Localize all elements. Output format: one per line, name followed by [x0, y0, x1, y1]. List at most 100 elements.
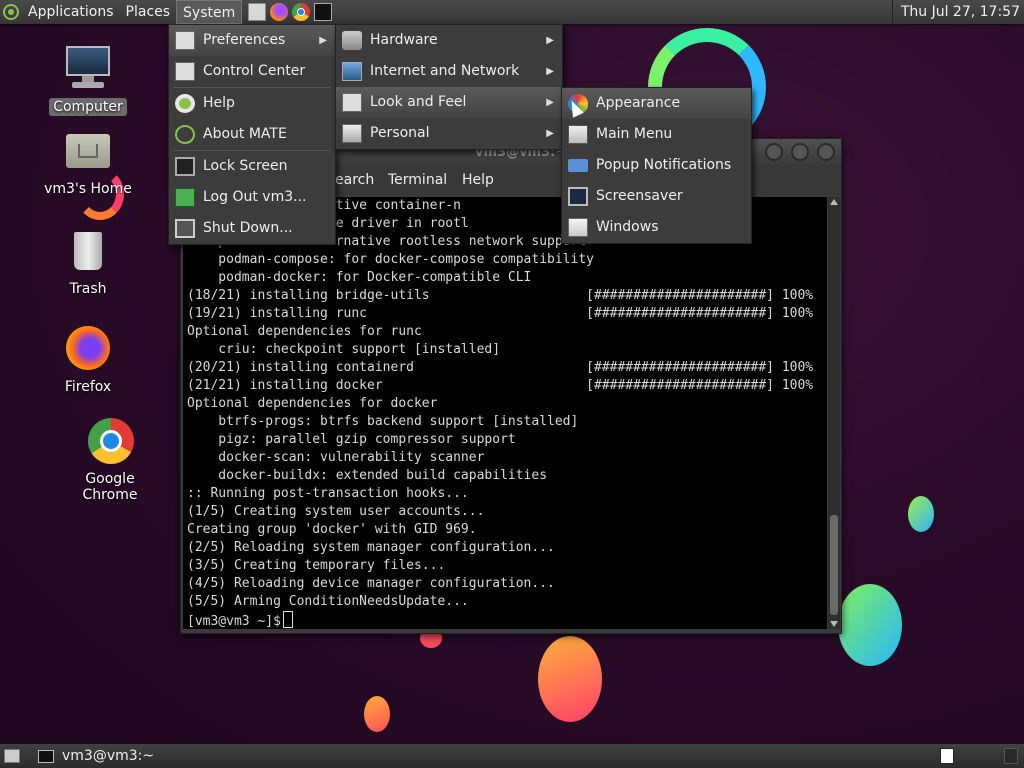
terminal-scrollbar[interactable]: [828, 197, 840, 629]
terminal-line: (4/5) Reloading device manager configura…: [187, 576, 555, 591]
submenu-arrow-icon: ▶: [546, 66, 554, 77]
terminal-line: Optional dependencies for docker: [187, 396, 438, 411]
terminal-line: (20/21) installing containerd [#########…: [187, 360, 814, 375]
menu-item-help[interactable]: Help: [169, 88, 335, 119]
terminal-line: docker-buildx: extended build capabiliti…: [187, 468, 548, 483]
terminal-line: :: Running post-transaction hooks...: [187, 486, 469, 501]
menu-item-preferences[interactable]: Preferences ▶: [169, 25, 335, 56]
menu-item-look-and-feel[interactable]: Look and Feel ▶: [336, 87, 562, 118]
lock-screen-icon: [175, 157, 195, 176]
minimize-button[interactable]: [765, 143, 783, 161]
mate-logo-icon[interactable]: [0, 0, 22, 24]
taskbar-button-terminal[interactable]: vm3@vm3:~: [38, 744, 154, 768]
terminal-line: (19/21) installing runc [###############…: [187, 306, 814, 321]
menu-item-label: Internet and Network: [370, 63, 520, 79]
menu-item-label: Windows: [596, 219, 659, 235]
menu-item-popup-notifications[interactable]: Popup Notifications: [562, 150, 751, 181]
close-button[interactable]: [817, 143, 835, 161]
terminal-line: (1/5) Creating system user accounts...: [187, 504, 485, 519]
wallpaper-blob: [838, 584, 902, 666]
menu-item-label: Control Center: [203, 63, 306, 79]
menu-terminal[interactable]: Terminal: [388, 172, 447, 188]
firefox-icon: [64, 326, 112, 374]
menu-item-internet-and-network[interactable]: Internet and Network ▶: [336, 56, 562, 87]
desktop-icon-chrome[interactable]: Google Chrome: [60, 418, 160, 504]
workspace-switcher[interactable]: [940, 748, 954, 764]
submenu-arrow-icon: ▶: [546, 35, 554, 46]
workspace-switcher-2[interactable]: [1004, 748, 1018, 764]
show-desktop-icon[interactable]: [4, 749, 20, 763]
shell-prompt: [vm3@vm3 ~]$: [187, 614, 281, 629]
firefox-launcher-icon[interactable]: [270, 3, 289, 21]
menu-item-label: Appearance: [596, 95, 681, 111]
maximize-button[interactable]: [791, 143, 809, 161]
menu-item-label: Log Out vm3...: [203, 189, 307, 205]
menu-item-label: About MATE: [203, 126, 287, 142]
desktop-icon-label: Firefox: [64, 379, 112, 395]
chrome-launcher-icon[interactable]: [292, 3, 311, 21]
network-icon: [342, 62, 362, 81]
desktop-icon-firefox[interactable]: Firefox: [38, 326, 138, 396]
clock[interactable]: Thu Jul 27, 17:57: [891, 0, 1020, 24]
terminal-output[interactable]: r an alternative container-n ction for s…: [183, 197, 827, 629]
menu-item-label: Help: [203, 95, 235, 111]
text-editor-launcher-icon[interactable]: [248, 3, 267, 21]
main-menu-icon: [568, 125, 588, 144]
screensaver-monitor-icon: [568, 187, 588, 206]
preferences-submenu: Hardware ▶ Internet and Network ▶ Look a…: [335, 24, 563, 150]
menu-item-appearance[interactable]: Appearance: [562, 88, 751, 119]
desktop-icon-label: Trash: [69, 281, 107, 297]
menu-item-about-mate[interactable]: About MATE: [169, 119, 335, 150]
menu-item-control-center[interactable]: Control Center: [169, 56, 335, 87]
applications-menu[interactable]: Applications: [22, 0, 120, 24]
desktop-icon-label: vm3's Home: [44, 181, 132, 197]
taskbar-button-label: vm3@vm3:~: [62, 748, 155, 764]
menu-help[interactable]: Help: [462, 172, 494, 188]
menu-item-main-menu[interactable]: Main Menu: [562, 119, 751, 150]
menu-item-log-out[interactable]: Log Out vm3...: [169, 182, 335, 213]
menu-item-lock-screen[interactable]: Lock Screen: [169, 151, 335, 182]
mate-logo-icon: [175, 125, 195, 144]
terminal-launcher-icon[interactable]: [314, 3, 333, 21]
desktop-icon-trash[interactable]: Trash: [38, 228, 138, 298]
menu-search[interactable]: earch: [335, 172, 374, 188]
wallpaper-blob: [908, 496, 934, 532]
terminal-line: criu: checkpoint support [installed]: [187, 342, 501, 357]
scroll-thumb[interactable]: [830, 515, 838, 615]
submenu-arrow-icon: ▶: [546, 97, 554, 108]
menu-item-label: Shut Down...: [203, 220, 293, 236]
menu-item-label: Popup Notifications: [596, 157, 732, 173]
places-menu[interactable]: Places: [120, 0, 177, 24]
menu-item-windows[interactable]: Windows: [562, 212, 751, 243]
menu-item-shut-down[interactable]: Shut Down...: [169, 213, 335, 244]
terminal-prompt-line[interactable]: [vm3@vm3 ~]$: [187, 611, 293, 629]
personal-icon: [342, 124, 362, 143]
menu-item-personal[interactable]: Personal ▶: [336, 118, 562, 149]
terminal-line: podman-docker: for Docker-compatible CLI: [187, 270, 532, 285]
help-lifebuoy-icon: [175, 94, 195, 113]
menu-item-label: Personal: [370, 125, 430, 141]
terminal-line: (18/21) installing bridge-utils [#######…: [187, 288, 814, 303]
preferences-icon: [175, 31, 195, 50]
look-and-feel-icon: [342, 93, 362, 112]
terminal-line: (2/5) Reloading system manager configura…: [187, 540, 555, 555]
control-center-icon: [175, 62, 195, 81]
scroll-up-arrow[interactable]: [830, 199, 838, 205]
terminal-line: Optional dependencies for runc: [187, 324, 422, 339]
desktop-icon-home[interactable]: vm3's Home: [38, 128, 138, 198]
hardware-icon: [342, 31, 362, 50]
menu-item-screensaver[interactable]: Screensaver: [562, 181, 751, 212]
submenu-arrow-icon: ▶: [546, 128, 554, 139]
trash-icon: [64, 228, 112, 276]
chrome-center: [297, 8, 306, 16]
home-folder-icon: [64, 128, 112, 176]
system-dropdown-menu: Preferences ▶ Control Center Help About …: [168, 24, 336, 245]
system-menu[interactable]: System: [176, 0, 243, 24]
menu-item-hardware[interactable]: Hardware ▶: [336, 25, 562, 56]
shut-down-icon: [175, 219, 195, 238]
scroll-down-arrow[interactable]: [830, 621, 838, 627]
terminal-line: (5/5) Arming ConditionNeedsUpdate...: [187, 594, 469, 609]
desktop-icon-label: Google Chrome: [82, 471, 138, 503]
desktop-icon-label: Computer: [49, 98, 127, 116]
desktop-icon-computer[interactable]: Computer: [38, 46, 138, 116]
